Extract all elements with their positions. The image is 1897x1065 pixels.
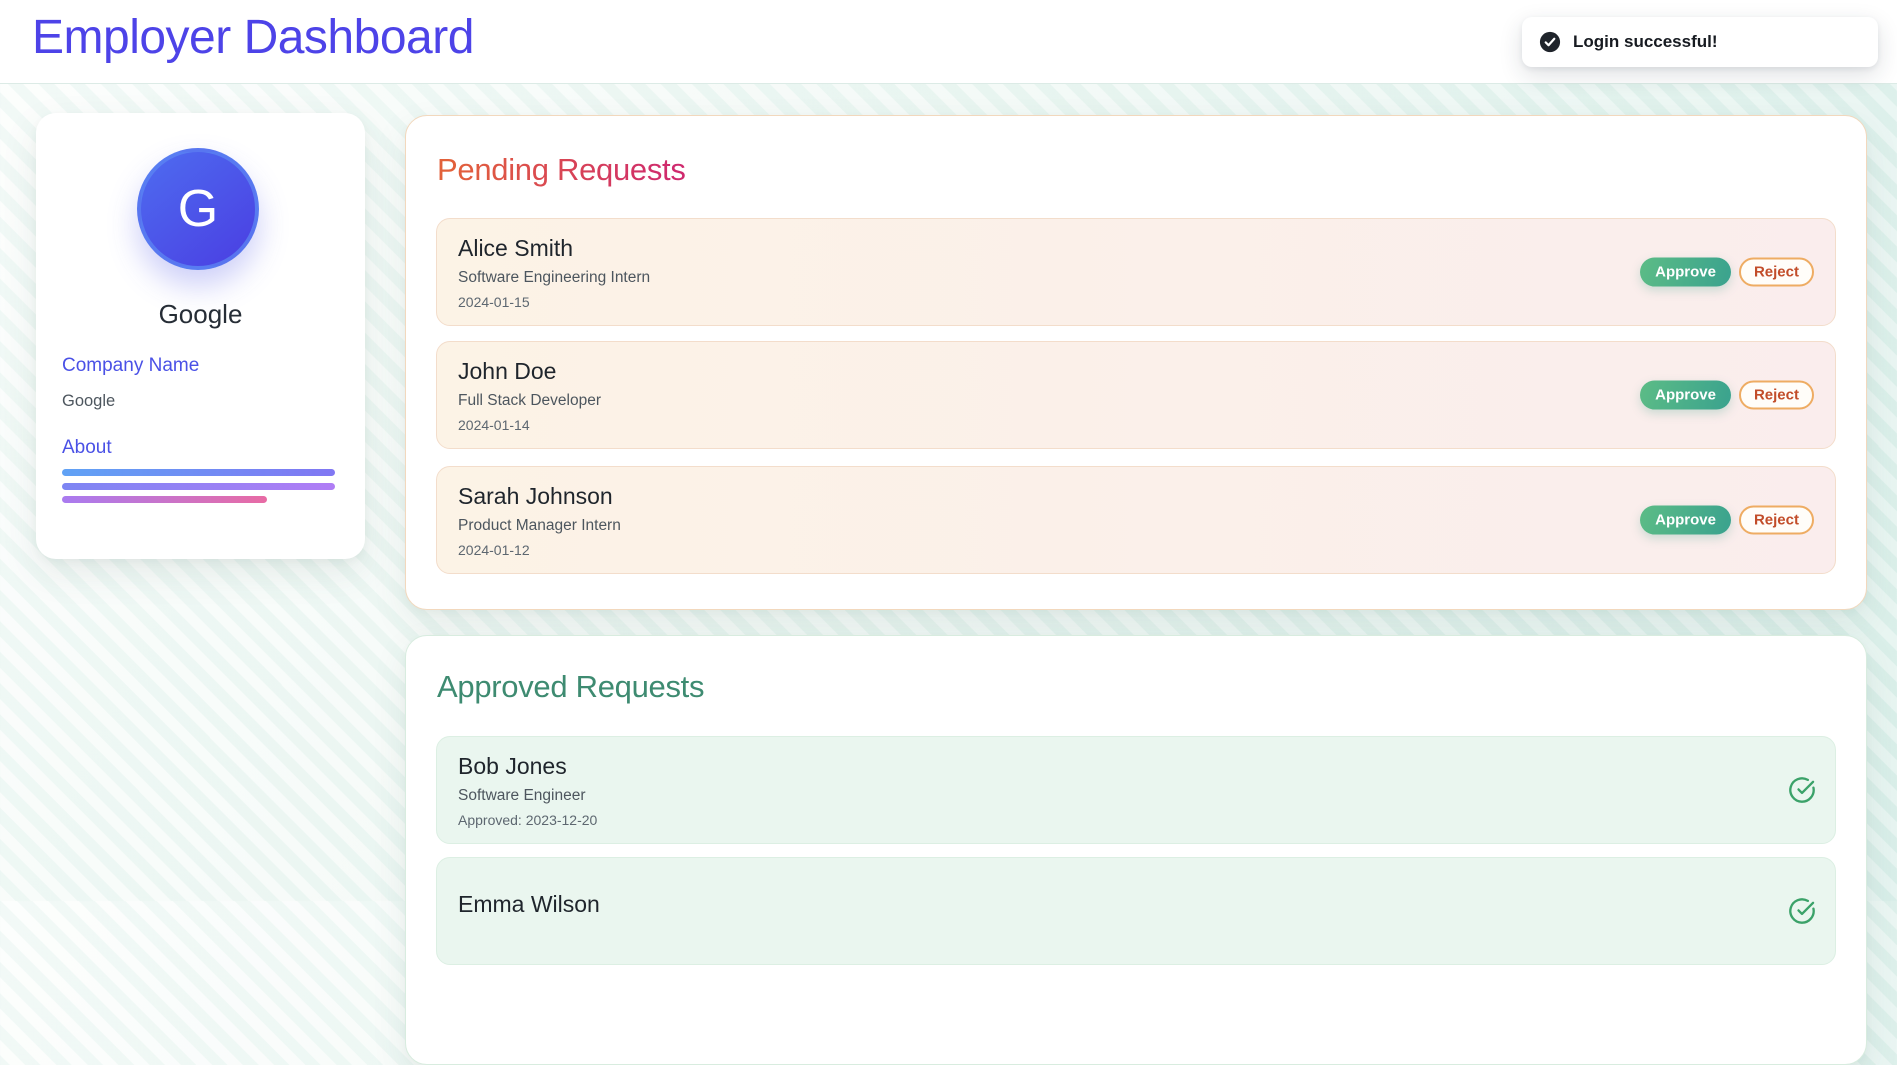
request-date: 2024-01-12 — [458, 541, 530, 558]
reject-button[interactable]: Reject — [1738, 380, 1814, 410]
check-circle-icon — [1539, 31, 1561, 53]
request-actions: Approve Reject — [1640, 257, 1814, 287]
company-avatar: G — [137, 148, 259, 270]
applicant-role: Product Manager Intern — [458, 516, 621, 534]
pending-request-card: Sarah Johnson Product Manager Intern 202… — [436, 466, 1836, 574]
pending-request-card: Alice Smith Software Engineering Intern … — [436, 218, 1836, 326]
reject-button[interactable]: Reject — [1738, 257, 1814, 287]
approved-request-card: Emma Wilson — [436, 857, 1836, 965]
toast-notification: Login successful! — [1522, 17, 1878, 67]
applicant-name: Emma Wilson — [458, 890, 600, 917]
approved-requests-heading: Approved Requests — [437, 669, 705, 704]
applicant-role: Software Engineering Intern — [458, 268, 651, 286]
about-skeleton-bar — [62, 483, 335, 490]
applicant-name: Alice Smith — [458, 234, 574, 261]
approved-request-card: Bob Jones Software Engineer Approved: 20… — [436, 736, 1836, 844]
company-name-title: Google — [158, 299, 243, 329]
avatar-letter: G — [177, 180, 219, 238]
pending-request-card: John Doe Full Stack Developer 2024-01-14… — [436, 341, 1836, 449]
company-name-label: Company Name — [62, 355, 200, 376]
pending-requests-section: Pending Requests Alice Smith Software En… — [405, 115, 1867, 610]
applicant-role: Software Engineer — [458, 786, 586, 804]
applicant-name: John Doe — [458, 357, 557, 384]
approve-button[interactable]: Approve — [1640, 257, 1731, 287]
about-skeleton-bar — [62, 496, 267, 503]
applicant-name: Bob Jones — [458, 752, 567, 779]
approved-date: Approved: 2023-12-20 — [458, 811, 598, 828]
approved-requests-section: Approved Requests Bob Jones Software Eng… — [405, 635, 1867, 1065]
request-date: 2024-01-14 — [458, 416, 530, 433]
approved-check-icon — [1789, 777, 1815, 803]
approve-button[interactable]: Approve — [1640, 505, 1731, 535]
company-name-value: Google — [62, 392, 116, 410]
toast-message: Login successful! — [1573, 32, 1718, 51]
about-label: About — [62, 437, 112, 458]
request-date: 2024-01-15 — [458, 293, 530, 310]
page-title: Employer Dashboard — [32, 11, 474, 64]
pending-requests-heading: Pending Requests — [437, 152, 686, 187]
about-skeleton-bar — [62, 469, 335, 476]
approved-check-icon — [1789, 898, 1815, 924]
request-actions: Approve Reject — [1640, 505, 1814, 535]
applicant-role: Full Stack Developer — [458, 391, 602, 409]
company-profile-card: G Google Company Name Google About — [36, 113, 365, 559]
request-actions: Approve Reject — [1640, 380, 1814, 410]
approve-button[interactable]: Approve — [1640, 380, 1731, 410]
applicant-name: Sarah Johnson — [458, 482, 613, 509]
reject-button[interactable]: Reject — [1738, 505, 1814, 535]
